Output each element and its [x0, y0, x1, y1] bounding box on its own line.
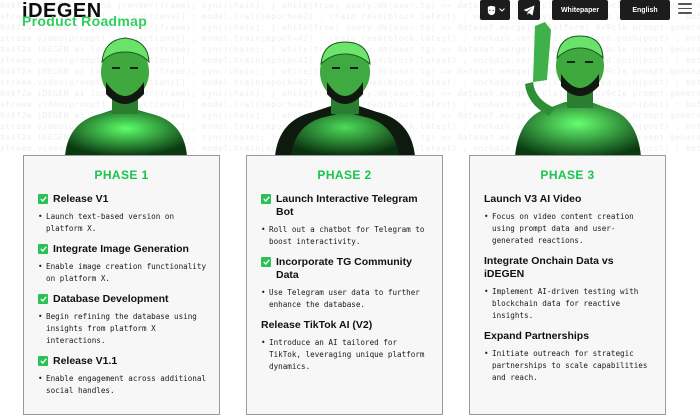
item-title: Release V1 [53, 193, 109, 205]
roadmap-item: Release V1.1 Enable engagement across ad… [38, 355, 209, 397]
check-icon [38, 356, 48, 366]
item-description: Roll out a chatbot for Telegram to boost… [261, 224, 432, 248]
phase-1-character-illustration [65, 37, 187, 156]
roadmap-item: Release V1 Launch text-based version on … [38, 193, 209, 235]
phase-3-card: PHASE 3 Launch V3 AI Video Focus on vide… [469, 155, 666, 415]
check-icon [38, 194, 48, 204]
check-icon [261, 194, 271, 204]
language-button[interactable]: English [620, 0, 670, 20]
profile-dropdown-button[interactable] [480, 0, 510, 20]
mask-icon [486, 5, 497, 16]
phase-1-card: PHASE 1 Release V1 Launch text-based ver… [23, 155, 220, 415]
roadmap-item: Launch V3 AI Video Focus on video conten… [484, 193, 655, 247]
item-description: Enable engagement across additional soci… [38, 373, 209, 397]
check-icon [261, 257, 271, 267]
item-title: Incorporate TG Community Data [276, 256, 412, 281]
item-title: Launch V3 AI Video [484, 193, 582, 205]
item-description: Enable image creation functionality on p… [38, 261, 209, 285]
chevron-down-icon [498, 8, 505, 12]
item-title: Integrate Onchain Data vs iDEGEN [484, 255, 614, 280]
item-title: Integrate Image Generation [53, 243, 189, 255]
whitepaper-button[interactable]: Whitepaper [552, 0, 608, 20]
item-title: Expand Partnerships [484, 330, 590, 342]
check-icon [38, 244, 48, 254]
roadmap-item: Incorporate TG Community Data Use Telegr… [261, 256, 432, 311]
phase-2-character-illustration [275, 41, 415, 156]
top-nav: Whitepaper English [480, 0, 670, 20]
item-title: Launch Interactive Telegram Bot [276, 193, 418, 218]
phase-3-character-illustration [515, 22, 641, 156]
phase-title: PHASE 2 [317, 168, 372, 182]
phase-title: PHASE 3 [540, 168, 595, 182]
roadmap-item: Release TikTok AI (V2) Introduce an AI t… [261, 319, 432, 373]
telegram-icon [523, 5, 535, 16]
roadmap-item: Integrate Image Generation Enable image … [38, 243, 209, 285]
roadmap-item: Expand Partnerships Initiate outreach fo… [484, 330, 655, 384]
item-description: Implement AI-driven testing with blockch… [484, 286, 655, 322]
item-description: Use Telegram user data to further enhanc… [261, 287, 432, 311]
telegram-button[interactable] [518, 0, 540, 20]
item-description: Begin refining the database using insigh… [38, 311, 209, 347]
phase-title: PHASE 1 [94, 168, 149, 182]
phase-2-card: PHASE 2 Launch Interactive Telegram Bot … [246, 155, 443, 415]
section-title: Product Roadmap [22, 13, 148, 29]
item-description: Introduce an AI tailored for TikTok, lev… [261, 337, 432, 373]
item-description: Initiate outreach for strategic partners… [484, 348, 655, 384]
roadmap-item: Launch Interactive Telegram Bot Roll out… [261, 193, 432, 248]
item-description: Launch text-based version on platform X. [38, 211, 209, 235]
item-title: Release TikTok AI (V2) [261, 319, 373, 331]
item-title: Database Development [53, 293, 169, 305]
item-title: Release V1.1 [53, 355, 118, 367]
hamburger-icon[interactable] [678, 3, 692, 15]
roadmap-item: Integrate Onchain Data vs iDEGEN Impleme… [484, 255, 655, 322]
roadmap-item: Database Development Begin refining the … [38, 293, 209, 347]
item-description: Focus on video content creation using pr… [484, 211, 655, 247]
check-icon [38, 294, 48, 304]
